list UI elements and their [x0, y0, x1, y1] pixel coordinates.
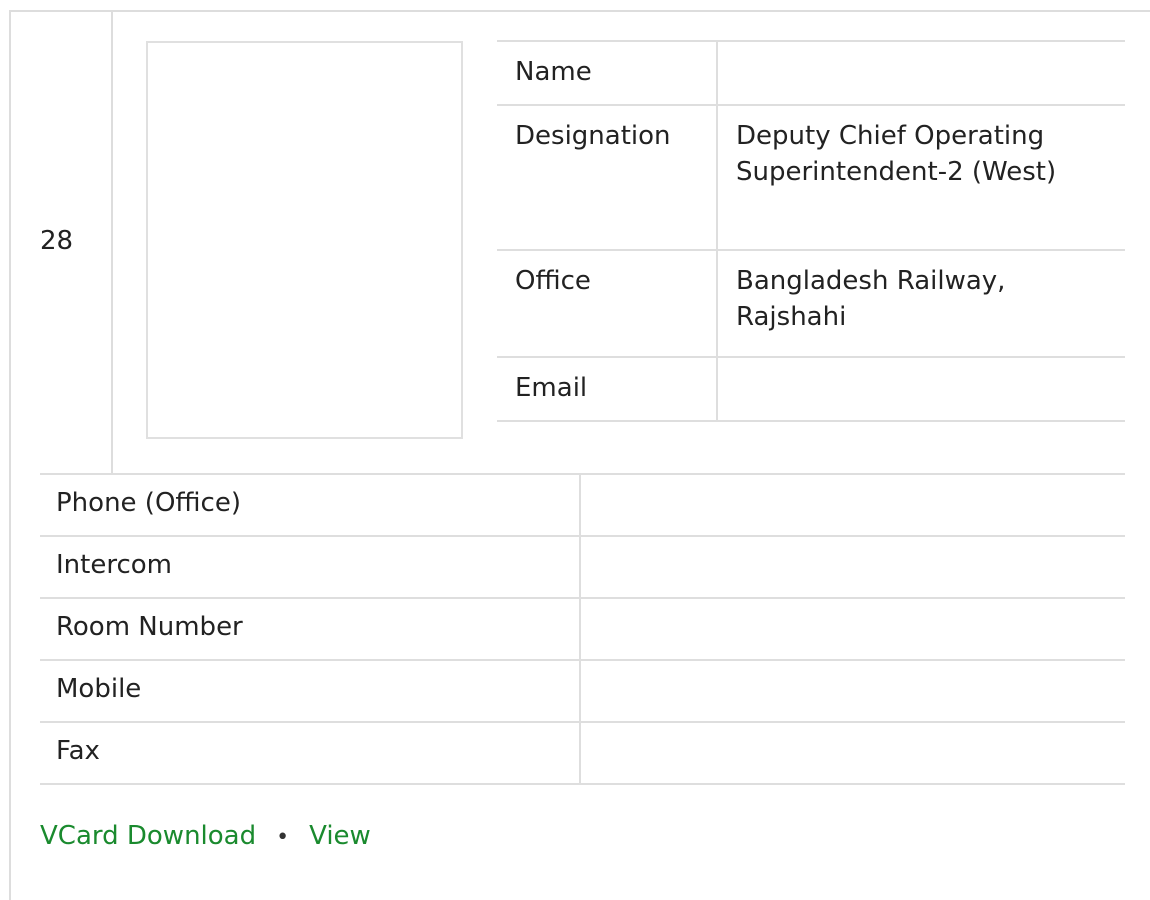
table-row: Mobile — [40, 659, 1125, 723]
room-number-label: Room Number — [40, 597, 581, 661]
table-row: Email — [497, 356, 1125, 422]
table-row: Intercom — [40, 535, 1125, 599]
mobile-label: Mobile — [40, 659, 581, 723]
intercom-label: Intercom — [40, 535, 581, 599]
phone-office-label: Phone (Office) — [40, 473, 581, 537]
email-label: Email — [497, 356, 718, 422]
table-row: Office Bangladesh Railway, Rajshahi — [497, 249, 1125, 358]
office-value: Bangladesh Railway, Rajshahi — [716, 249, 1125, 358]
view-link[interactable]: View — [309, 821, 371, 851]
office-label: Office — [497, 249, 718, 358]
table-row: Room Number — [40, 597, 1125, 661]
phone-office-value — [579, 473, 1125, 537]
name-value — [716, 40, 1125, 106]
action-links: VCard Download • View — [40, 818, 371, 856]
table-row: Designation Deputy Chief Operating Super… — [497, 104, 1125, 251]
mobile-value — [579, 659, 1125, 723]
fax-label: Fax — [40, 721, 581, 785]
link-separator: • — [276, 825, 290, 850]
designation-value: Deputy Chief Operating Superintendent-2 … — [716, 104, 1125, 251]
table-row: Fax — [40, 721, 1125, 785]
room-number-value — [579, 597, 1125, 661]
vcard-download-link[interactable]: VCard Download — [40, 821, 256, 851]
column-divider — [111, 10, 113, 473]
intercom-value — [579, 535, 1125, 599]
fax-value — [579, 721, 1125, 785]
contact-table: Phone (Office) Intercom Room Number Mobi… — [40, 473, 1125, 785]
table-row: Phone (Office) — [40, 473, 1125, 537]
designation-label: Designation — [497, 104, 718, 251]
photo-placeholder — [146, 41, 463, 439]
email-value — [716, 356, 1125, 422]
table-row: Name — [497, 40, 1125, 106]
name-label: Name — [497, 40, 718, 106]
serial-number: 28 — [40, 226, 74, 256]
info-table: Name Designation Deputy Chief Operating … — [497, 40, 1125, 422]
